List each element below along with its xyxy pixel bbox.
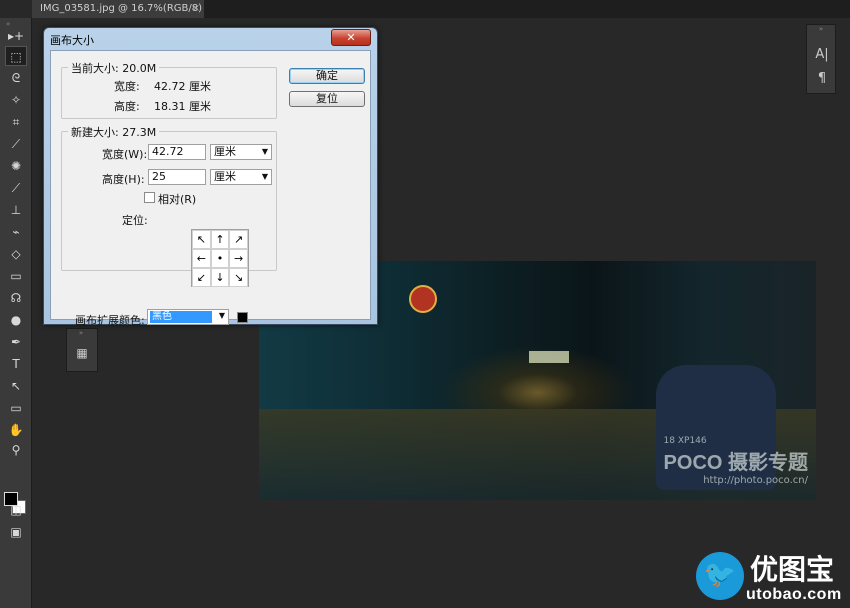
anchor-bottom-left[interactable]: ↙ [192, 268, 211, 287]
chevron-down-icon: ▼ [218, 311, 225, 320]
document-tab-bar: IMG_03581.jpg @ 16.7%(RGB/8) × [32, 0, 850, 18]
reset-button[interactable]: 复位 [289, 91, 365, 107]
current-height-value: 18.31 厘米 [154, 100, 211, 113]
anchor-bottom-right[interactable]: ↘ [229, 268, 248, 287]
tools-panel: » ▸+ ⬚ ᘓ ✧ ⌗ ⟋ ✺ ⟋ ⊥ ⌁ ◇ ▭ ☊ ● ✒ T ↖ ▭ ✋… [0, 18, 32, 608]
document-tab[interactable]: IMG_03581.jpg @ 16.7%(RGB/8) × [32, 0, 204, 18]
close-icon[interactable]: × [192, 0, 200, 18]
logo-url: utobao.com [746, 586, 842, 603]
anchor-top[interactable]: ↑ [210, 230, 230, 249]
relative-checkbox[interactable] [144, 192, 155, 203]
photo-lights [529, 351, 569, 363]
screen-mode-icon[interactable]: ▣ [5, 522, 27, 542]
current-height-label: 高度: [114, 100, 140, 113]
clone-stamp-tool-icon[interactable]: ⊥ [5, 200, 27, 220]
width-input[interactable]: 42.72 [148, 144, 206, 160]
anchor-top-right[interactable]: ↗ [229, 230, 248, 249]
gradient-tool-icon[interactable]: ▭ [5, 266, 27, 286]
path-selection-tool-icon[interactable]: ↖ [5, 376, 27, 396]
extension-color-swatch[interactable] [237, 312, 248, 323]
extension-color-select[interactable]: 黑色 ▼ [147, 309, 229, 325]
site-logo: 🐦 优图宝 utobao.com [696, 548, 846, 606]
watermark-title: POCO 摄影专题 [663, 452, 808, 474]
watermark-url: http://photo.poco.cn/ [703, 475, 808, 486]
rectangle-tool-icon[interactable]: ▭ [5, 398, 27, 418]
anchor-bottom[interactable]: ↓ [210, 268, 230, 287]
chevron-down-icon: ▼ [261, 147, 268, 156]
chevron-down-icon: ▼ [261, 172, 268, 181]
current-width-label: 宽度: [114, 80, 140, 93]
anchor-left[interactable]: ← [192, 249, 211, 268]
new-height-label: 高度(H): [102, 173, 145, 186]
panel-collapse-icon[interactable]: » [807, 25, 835, 33]
lasso-tool-icon[interactable]: ᘓ [5, 68, 27, 88]
extension-color-label: 画布扩展颜色: [75, 314, 145, 327]
bird-icon: 🐦 [696, 552, 744, 600]
plate-text: 18 XP146 [663, 436, 707, 446]
pen-tool-icon[interactable]: ✒ [5, 332, 27, 352]
width-unit-value: 厘米 [214, 145, 236, 158]
dialog-title: 画布大小 [50, 34, 94, 47]
dialog-body: 当前大小: 20.0M 宽度: 42.72 厘米 高度: 18.31 厘米 新建… [50, 50, 371, 327]
blur-tool-icon[interactable]: ☊ [5, 288, 27, 308]
current-size-group: 当前大小: 20.0M 宽度: 42.72 厘米 高度: 18.31 厘米 [61, 60, 277, 119]
healing-brush-tool-icon[interactable]: ✺ [5, 156, 27, 176]
anchor-center[interactable]: • [210, 249, 230, 268]
close-button[interactable]: ✕ [331, 29, 371, 46]
anchor-right[interactable]: → [229, 249, 248, 268]
marquee-tool-icon[interactable]: ⬚ [5, 46, 27, 66]
move-tool-icon[interactable]: ▸+ [5, 26, 27, 46]
extension-color-value: 黑色 [150, 311, 212, 323]
character-panel-icon[interactable]: A| [811, 45, 833, 65]
foreground-color-swatch[interactable] [4, 492, 18, 506]
height-unit-value: 厘米 [214, 170, 236, 183]
panel-collapse-icon[interactable]: » [67, 329, 95, 337]
new-width-label: 宽度(W): [102, 148, 148, 161]
character-panel-dock: » A| ¶ [806, 24, 836, 94]
zoom-tool-icon[interactable]: ⚲ [5, 440, 27, 460]
anchor-top-left[interactable]: ↖ [192, 230, 211, 249]
current-size-legend: 当前大小: 20.0M [68, 60, 160, 76]
floating-panel-dock: » ▦ [66, 328, 98, 372]
new-size-legend: 新建大小: 27.3M [68, 124, 160, 140]
relative-label: 相对(R) [158, 193, 197, 206]
document-tab-label: IMG_03581.jpg @ 16.7%(RGB/8) [40, 3, 203, 14]
width-unit-select[interactable]: 厘米 ▼ [210, 144, 272, 160]
magic-wand-tool-icon[interactable]: ✧ [5, 90, 27, 110]
brush-tool-icon[interactable]: ⟋ [5, 178, 27, 198]
properties-panel-icon[interactable]: ▦ [72, 343, 92, 363]
eyedropper-tool-icon[interactable]: ⟋ [5, 134, 27, 154]
logo-text: 优图宝 [750, 554, 835, 585]
eraser-tool-icon[interactable]: ◇ [5, 244, 27, 264]
photo-watermark: 18 XP146 POCO 摄影专题 http://photo.poco.cn/ [664, 436, 808, 486]
history-brush-tool-icon[interactable]: ⌁ [5, 222, 27, 242]
canvas-size-dialog: 画布大小 ✕ 当前大小: 20.0M 宽度: 42.72 厘米 高度: 18.3… [43, 27, 378, 327]
dodge-tool-icon[interactable]: ● [5, 310, 27, 330]
height-unit-select[interactable]: 厘米 ▼ [210, 169, 272, 185]
ok-button[interactable]: 确定 [289, 68, 365, 84]
photo-sign [409, 285, 437, 313]
height-input[interactable]: 25 [148, 169, 206, 185]
anchor-grid: ↖ ↑ ↗ ← • → ↙ ↓ ↘ [191, 229, 249, 287]
crop-tool-icon[interactable]: ⌗ [5, 112, 27, 132]
paragraph-panel-icon[interactable]: ¶ [811, 69, 833, 89]
hand-tool-icon[interactable]: ✋ [5, 420, 27, 440]
type-tool-icon[interactable]: T [5, 354, 27, 374]
anchor-label: 定位: [122, 214, 148, 227]
current-width-value: 42.72 厘米 [154, 80, 211, 93]
